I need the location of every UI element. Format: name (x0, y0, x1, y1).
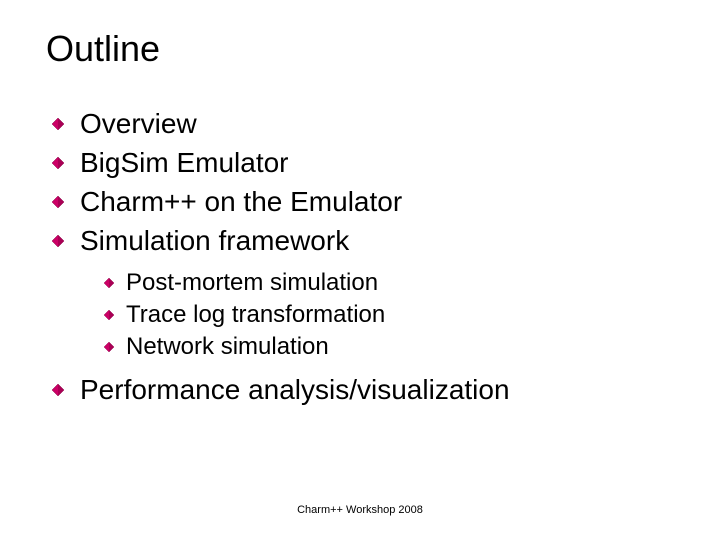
list-item-text: Trace log transformation (126, 300, 385, 330)
diamond-bullet-icon (52, 235, 64, 247)
list-item: BigSim Emulator (52, 145, 680, 180)
diamond-bullet-icon (104, 342, 114, 352)
slide: Outline Overview BigSim Emulator (0, 0, 720, 540)
list-item-text: Overview (80, 106, 197, 141)
diamond-bullet-icon (104, 278, 114, 288)
list-item: Post-mortem simulation (104, 268, 680, 298)
list-item: Trace log transformation (104, 300, 680, 330)
list-item-text: BigSim Emulator (80, 145, 289, 180)
diamond-bullet-icon (104, 310, 114, 320)
footer-text: Charm++ Workshop 2008 (0, 504, 720, 516)
list-item-text: Post-mortem simulation (126, 268, 378, 298)
list-item: Network simulation (104, 332, 680, 362)
list-item: Overview (52, 106, 680, 141)
list-item: Simulation framework (52, 223, 680, 258)
list-item-text: Charm++ on the Emulator (80, 184, 402, 219)
diamond-bullet-icon (52, 118, 64, 130)
main-list: Overview BigSim Emulator Charm++ on the … (40, 106, 680, 258)
diamond-bullet-icon (52, 157, 64, 169)
diamond-bullet-icon (52, 196, 64, 208)
list-item-text: Network simulation (126, 332, 329, 362)
sub-list: Post-mortem simulation Trace log transfo… (40, 268, 680, 362)
list-item-text: Simulation framework (80, 223, 349, 258)
list-item-text: Performance analysis/visualization (80, 372, 510, 407)
list-item: Charm++ on the Emulator (52, 184, 680, 219)
main-list-continued: Performance analysis/visualization (40, 372, 680, 407)
diamond-bullet-icon (52, 384, 64, 396)
list-item: Performance analysis/visualization (52, 372, 680, 407)
slide-title: Outline (40, 28, 680, 70)
